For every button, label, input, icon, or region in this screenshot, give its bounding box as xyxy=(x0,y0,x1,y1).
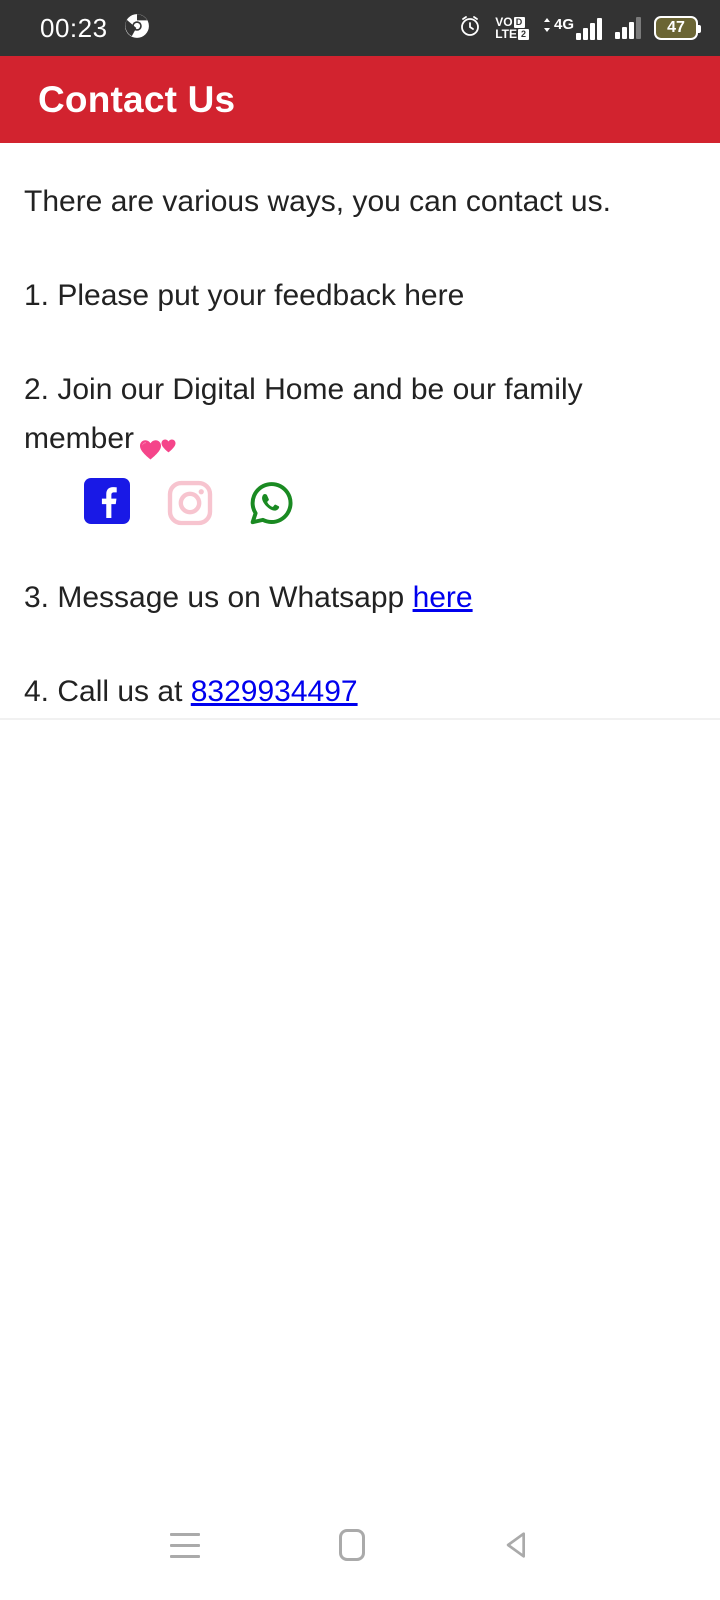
volte-bottom-label: LTE xyxy=(495,27,517,41)
app-header: Contact Us xyxy=(0,56,720,143)
whatsapp-message-link[interactable]: here xyxy=(413,581,473,614)
data-transfer-arrows-icon xyxy=(542,17,552,33)
volte-badge-top: D xyxy=(513,16,525,28)
content-divider xyxy=(0,718,720,720)
back-icon[interactable] xyxy=(478,1505,558,1585)
instagram-icon[interactable] xyxy=(165,478,215,528)
page-title: Contact Us xyxy=(38,78,236,120)
contact-item-3: 3. Message us on Whatsapp here xyxy=(24,573,696,622)
signal-indicator-primary: 4G xyxy=(542,17,602,40)
contact-item-3-text: 3. Message us on Whatsapp xyxy=(24,581,413,614)
contact-item-4: 4. Call us at 8329934497 xyxy=(24,667,696,716)
facebook-icon[interactable] xyxy=(84,478,134,528)
page-content: There are various ways, you can contact … xyxy=(0,143,720,761)
signal-bars-secondary xyxy=(615,17,641,39)
status-bar: 00:23 VO D LTE 2 4G 47 xyxy=(0,0,720,56)
alarm-clock-icon xyxy=(458,14,482,43)
battery-icon: 47 xyxy=(654,16,701,40)
status-clock: 00:23 xyxy=(40,12,108,43)
phone-number-link[interactable]: 8329934497 xyxy=(191,675,358,708)
volte-badge-bottom: 2 xyxy=(517,28,529,40)
network-type-label: 4G xyxy=(553,15,574,33)
social-links-row xyxy=(84,475,696,531)
signal-bars-primary xyxy=(576,17,602,40)
battery-level-label: 47 xyxy=(667,19,685,36)
recents-icon[interactable] xyxy=(145,1505,225,1585)
android-navigation-bar xyxy=(0,1490,720,1600)
two-hearts-emoji xyxy=(138,420,180,460)
volte-icon: VO D LTE 2 xyxy=(495,16,529,40)
contact-item-1: 1. Please put your feedback here xyxy=(24,279,465,312)
contact-item-2: 2. Join our Digital Home and be our fami… xyxy=(24,365,696,463)
contact-item-4-text: 4. Call us at xyxy=(24,675,191,708)
contact-item-2-text: 2. Join our Digital Home and be our fami… xyxy=(24,373,583,455)
whatsapp-icon[interactable] xyxy=(246,478,296,528)
status-bar-left: 00:23 xyxy=(40,13,150,44)
status-bar-right: VO D LTE 2 4G 47 xyxy=(458,14,701,43)
intro-text: There are various ways, you can contact … xyxy=(24,185,611,218)
chrome-icon xyxy=(124,13,150,44)
home-icon[interactable] xyxy=(312,1505,392,1585)
